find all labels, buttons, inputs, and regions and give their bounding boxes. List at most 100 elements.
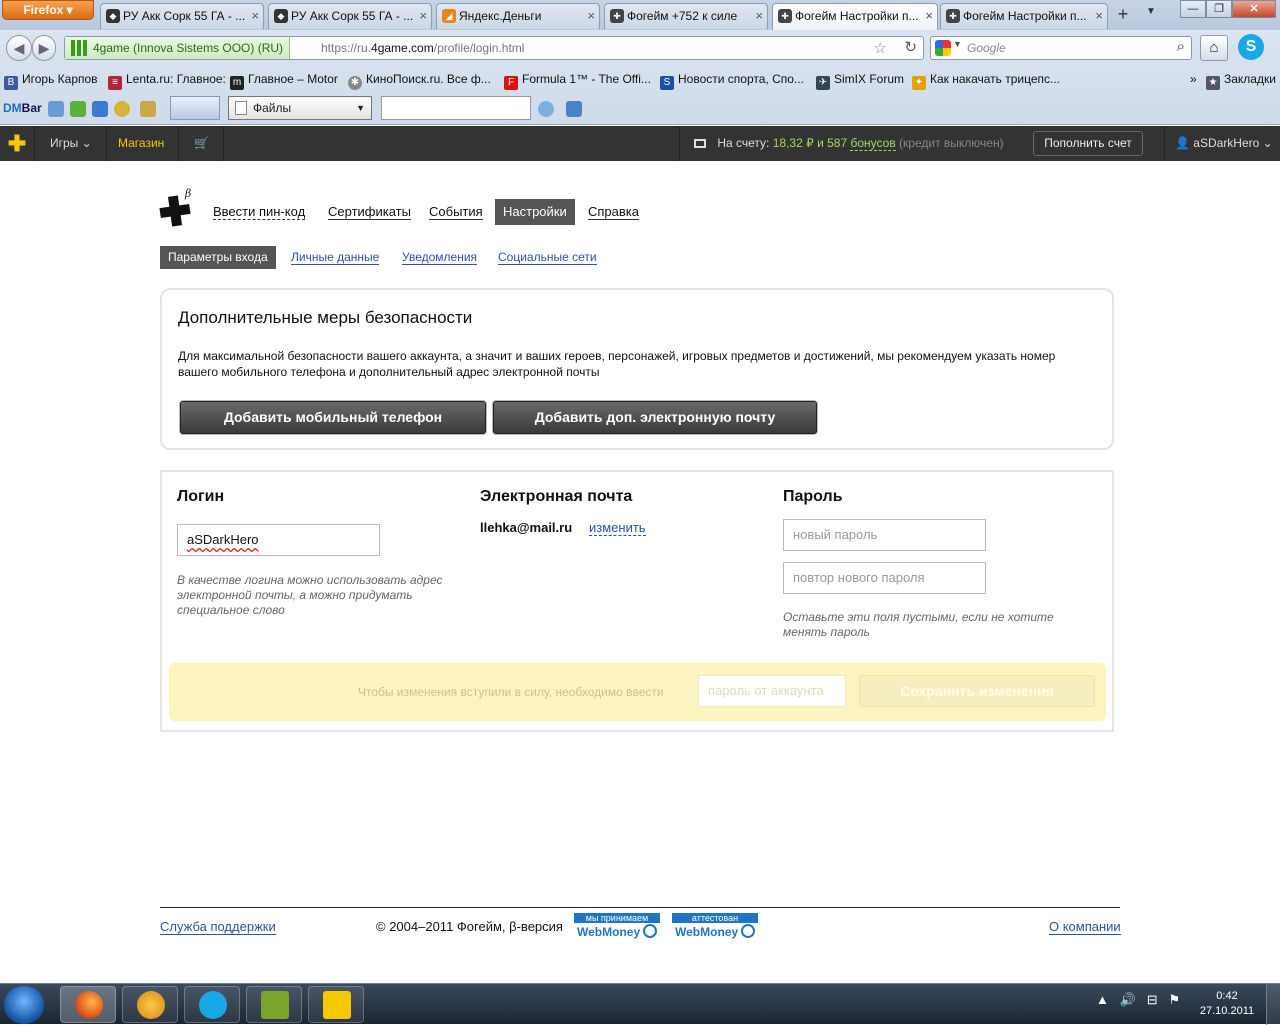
chevron-down-icon[interactable]: ▼ xyxy=(953,39,962,49)
close-tab-icon[interactable]: × xyxy=(419,4,427,28)
tray-expand-icon[interactable]: ▲ xyxy=(1096,992,1109,1007)
4game-logo-icon[interactable]: ✚ xyxy=(0,126,35,161)
about-company-link[interactable]: О компании xyxy=(1049,919,1121,935)
files-dropdown[interactable]: Файлы ▼ xyxy=(228,96,372,120)
dmbar-download-icon[interactable] xyxy=(566,101,582,117)
back-button[interactable]: ◀ xyxy=(6,35,32,61)
search-icon[interactable]: ⌕ xyxy=(1177,38,1185,55)
browser-tab[interactable]: ◆ РУ Акк Сорк 55 ГА - ... × xyxy=(100,3,264,29)
browser-tab[interactable]: ✚ Фогейм Настройки п... × xyxy=(940,3,1108,29)
nav-enter-pin[interactable]: Ввести пин-код xyxy=(213,199,306,225)
bookmark-item[interactable]: В Игорь Карпов xyxy=(4,72,98,90)
taskbar-aimp[interactable] xyxy=(122,986,178,1023)
new-tab-button[interactable]: + xyxy=(1112,4,1134,26)
dmbar-search-icon[interactable] xyxy=(538,101,554,117)
bookmark-item[interactable]: S Новости спорта, Спо... xyxy=(660,72,804,90)
bookmark-item[interactable]: ✈ SimIX Forum xyxy=(816,72,904,90)
browser-tab[interactable]: ◢ Яндекс.Деньги × xyxy=(436,3,600,29)
close-window-button[interactable]: ✕ xyxy=(1232,0,1276,18)
repeat-password-input[interactable]: повтор нового пароля xyxy=(783,562,986,594)
close-tab-icon[interactable]: × xyxy=(587,4,595,28)
subnav-notifications[interactable]: Уведомления xyxy=(402,246,478,269)
close-tab-icon[interactable]: × xyxy=(925,4,933,28)
webmoney-accept-badge[interactable]: мы принимаем WebMoney xyxy=(574,913,660,943)
subnav-personal-data-label: Личные данные xyxy=(291,250,380,265)
start-button[interactable] xyxy=(4,986,44,1024)
bookmark-item[interactable]: ≡ Lenta.ru: Главное: xyxy=(108,72,226,90)
dmbar-chat-icon[interactable] xyxy=(48,101,64,117)
user-menu[interactable]: 👤 aSDarkHero ⌄ xyxy=(1164,126,1273,161)
dmbar-hand-button[interactable] xyxy=(170,96,220,120)
clock[interactable]: 0:42 27.10.2011 xyxy=(1196,989,1258,1019)
dmbar-search-input[interactable] xyxy=(381,96,531,120)
close-tab-icon[interactable]: × xyxy=(755,4,763,28)
minimize-button[interactable]: — xyxy=(1180,0,1206,18)
browser-tab[interactable]: ◆ РУ Акк Сорк 55 ГА - ... × xyxy=(268,3,432,29)
tab-list-chevron-icon[interactable]: ▼ xyxy=(1146,6,1156,17)
close-tab-icon[interactable]: × xyxy=(1095,4,1103,28)
address-bar[interactable]: 4game (Innova Sistems OOO) (RU) https://… xyxy=(64,36,924,60)
chevron-down-icon: ⌄ xyxy=(81,136,92,150)
credit-status: (кредит выключен) xyxy=(899,136,1004,150)
add-phone-button[interactable]: Добавить мобильный телефон xyxy=(180,401,486,434)
webmoney-attest-badge[interactable]: аттестован WebMoney xyxy=(672,913,758,943)
network-icon[interactable]: ⊟ xyxy=(1147,992,1158,1007)
games-menu[interactable]: Игры ⌄ xyxy=(36,126,107,161)
google-icon[interactable] xyxy=(935,40,951,56)
action-center-icon[interactable]: ⚑ xyxy=(1169,992,1181,1007)
support-link[interactable]: Служба поддержки xyxy=(160,919,276,935)
bookmark-item[interactable]: ✱ КиноПоиск.ru. Все ф... xyxy=(348,72,491,90)
bookmark-star-icon[interactable]: ☆ xyxy=(874,39,887,57)
new-password-input[interactable]: новый пароль xyxy=(783,519,986,551)
bonus-link[interactable]: бонусов xyxy=(850,136,896,151)
forward-button[interactable]: ▶ xyxy=(32,35,56,61)
shop-link[interactable]: Магазин xyxy=(104,126,180,161)
taskbar-game[interactable] xyxy=(246,986,302,1023)
home-button[interactable]: ⌂ xyxy=(1200,35,1228,61)
subnav-social[interactable]: Социальные сети xyxy=(498,246,597,269)
dmbar-tools-icon[interactable] xyxy=(140,101,156,117)
nav-events[interactable]: События xyxy=(429,199,483,225)
tab-title: Яндекс.Деньги xyxy=(459,9,542,23)
search-bar[interactable]: ▼ Google ⌕ xyxy=(930,36,1192,60)
dmbar-puzzle-icon[interactable] xyxy=(92,101,108,117)
dmbar-refresh-icon[interactable] xyxy=(70,101,86,117)
change-email-link[interactable]: изменить xyxy=(589,520,646,536)
webmoney-globe-icon xyxy=(741,924,756,938)
site-identity-button[interactable]: 4game (Innova Sistems OOO) (RU) xyxy=(65,37,291,59)
taskbar-4game[interactable] xyxy=(308,986,364,1023)
browser-tab[interactable]: ✚ Фогейм +752 к силе × xyxy=(604,3,768,29)
bookmark-item[interactable]: F Formula 1™ - The Offi... xyxy=(504,72,651,90)
taskbar-skype[interactable] xyxy=(184,986,240,1023)
top-up-button[interactable]: Пополнить счет xyxy=(1033,131,1143,156)
account-password-input[interactable]: пароль от аккаунта xyxy=(698,675,846,707)
add-email-button[interactable]: Добавить доп. электронную почту xyxy=(493,401,817,434)
close-tab-icon[interactable]: × xyxy=(251,4,259,28)
chevron-down-icon: ▼ xyxy=(356,103,365,113)
url-text[interactable]: https://ru.4game.com/profile/login.html xyxy=(321,37,524,59)
taskbar-firefox[interactable] xyxy=(60,986,116,1023)
bookmark-item[interactable]: ✦ Как накачать трицепс... xyxy=(912,72,1060,90)
save-changes-button[interactable]: Сохранить изменения xyxy=(859,675,1095,707)
nav-help[interactable]: Справка xyxy=(588,199,639,225)
nav-certificates[interactable]: Сертификаты xyxy=(328,199,411,225)
navigation-toolbar: ◀ ▶ 4game (Innova Sistems OOO) (RU) http… xyxy=(0,31,1280,65)
bookmark-item[interactable]: m Главное – Motor xyxy=(230,72,338,90)
login-input[interactable]: aSDarkHero xyxy=(177,524,380,556)
signal-bars-icon xyxy=(71,40,87,56)
skype-button[interactable]: S xyxy=(1238,34,1272,62)
bookmarks-menu[interactable]: ★ Закладки xyxy=(1206,72,1276,90)
nav-settings[interactable]: Настройки xyxy=(495,199,575,225)
subnav-personal-data[interactable]: Личные данные xyxy=(291,246,380,269)
bookmarks-overflow-chevron-icon[interactable]: » xyxy=(1190,72,1197,86)
subnav-login-params[interactable]: Параметры входа xyxy=(160,246,276,269)
show-desktop-button[interactable] xyxy=(1266,984,1280,1025)
url-path: /profile/login.html xyxy=(433,41,525,55)
maximize-button[interactable]: ❐ xyxy=(1206,0,1232,18)
firefox-menu-button[interactable]: Firefox ▾ xyxy=(2,0,94,20)
reload-icon[interactable]: ↻ xyxy=(904,38,917,56)
dmbar-globe-icon[interactable] xyxy=(114,101,130,117)
browser-tab-active[interactable]: ✚ Фогейм Настройки п... × xyxy=(772,3,938,30)
volume-icon[interactable]: 🔊 xyxy=(1120,992,1136,1007)
cart-icon[interactable]: 🛒 xyxy=(180,126,224,161)
